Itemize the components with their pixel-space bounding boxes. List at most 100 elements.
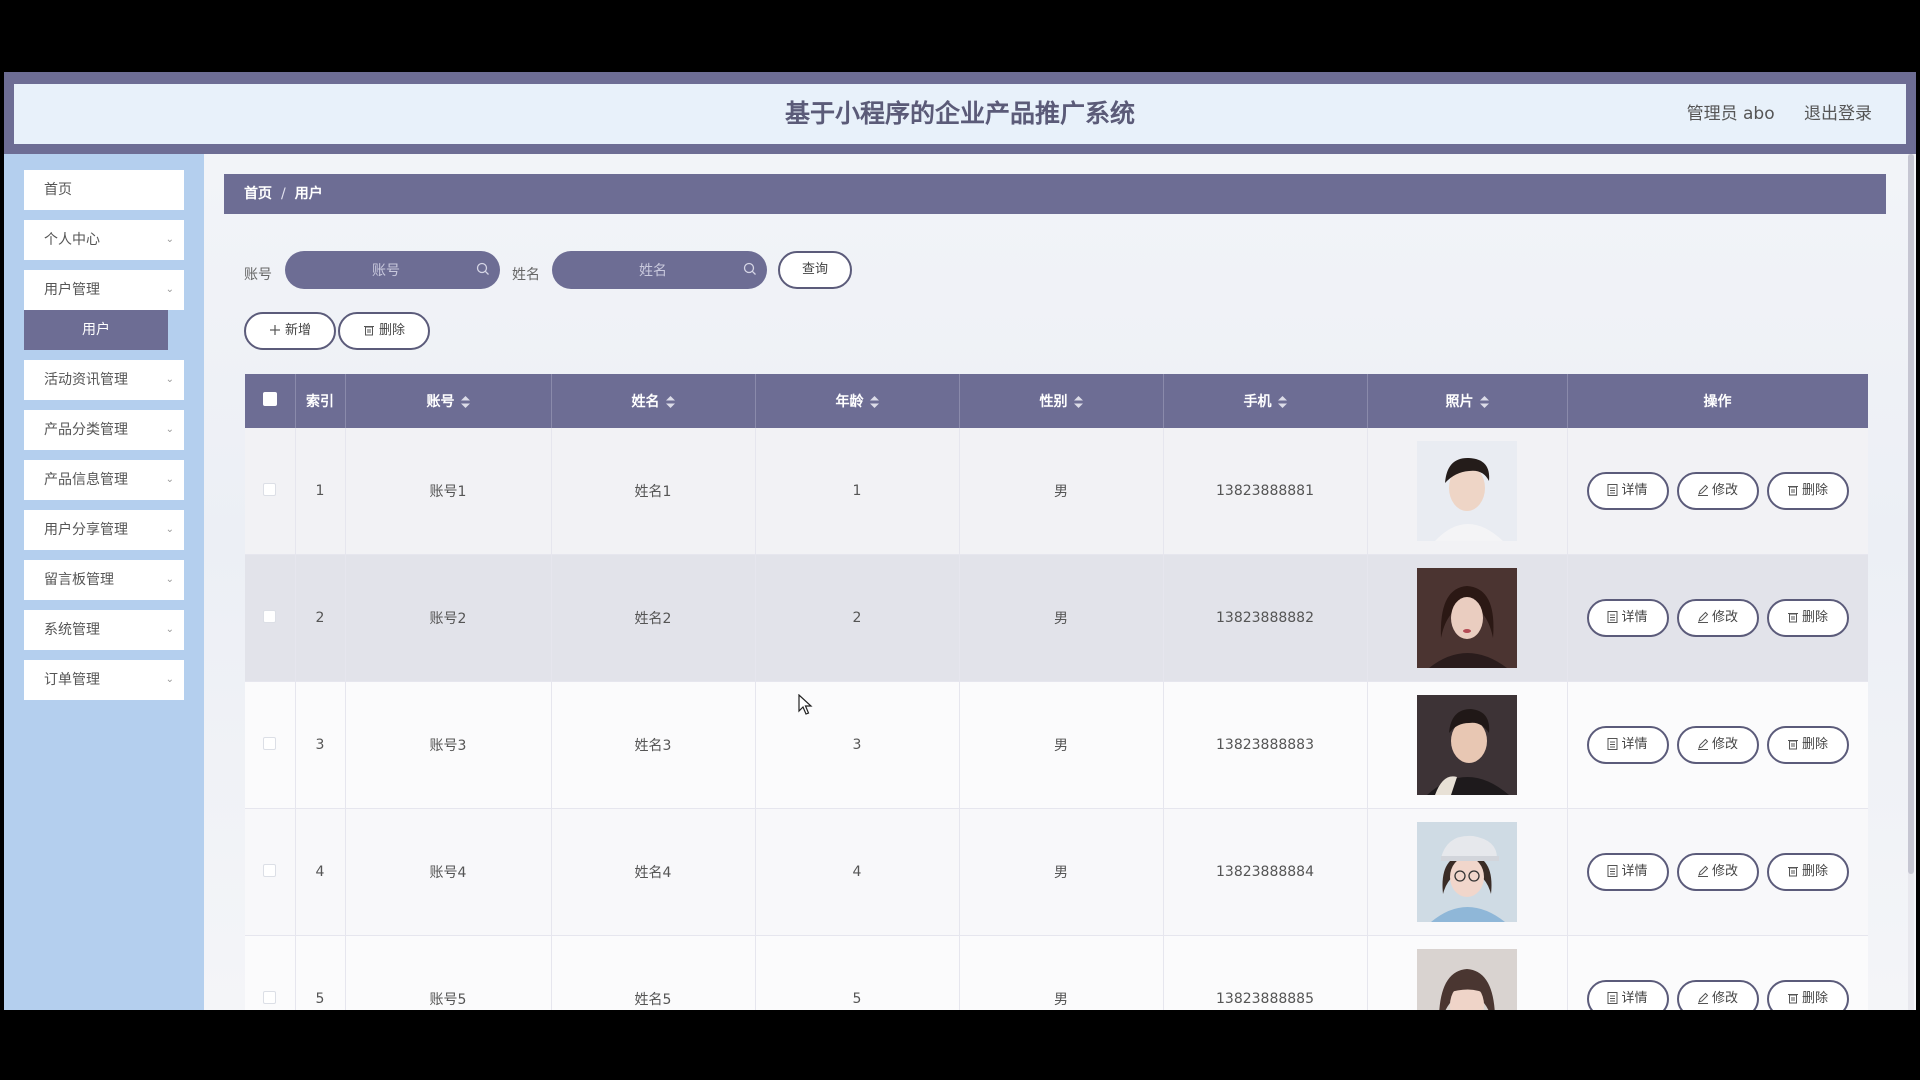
sidebar-item-product-info[interactable]: 产品信息管理 ⌄ (24, 460, 184, 500)
chevron-down-icon: ⌄ (165, 374, 174, 385)
scrollbar-thumb[interactable] (1908, 154, 1914, 874)
table-row: 3 账号3 姓名3 3 男 13823888883 详情 修改 删除 (245, 681, 1868, 809)
detail-button[interactable]: 详情 (1586, 853, 1669, 891)
row-checkbox[interactable] (263, 482, 277, 496)
sort-icon[interactable] (1479, 396, 1489, 408)
index-cell: 3 (295, 681, 346, 809)
sort-icon[interactable] (869, 396, 879, 408)
gender-cell: 男 (959, 808, 1164, 936)
edit-button[interactable]: 修改 (1676, 472, 1759, 510)
account-search-input[interactable] (299, 251, 473, 291)
app-title: 基于小程序的企业产品推广系统 (784, 99, 1135, 128)
plus-icon (269, 325, 280, 335)
sidebar-item-label: 系统管理 (44, 622, 100, 638)
detail-button[interactable]: 详情 (1586, 472, 1669, 510)
sort-icon[interactable] (1277, 396, 1287, 408)
detail-button[interactable]: 详情 (1586, 726, 1669, 764)
sidebar-item-message-board[interactable]: 留言板管理 ⌄ (24, 560, 184, 600)
document-icon (1607, 611, 1618, 623)
gender-cell: 男 (959, 935, 1164, 1010)
edit-button[interactable]: 修改 (1676, 726, 1759, 764)
user-photo (1417, 568, 1517, 668)
account-cell: 账号3 (345, 681, 552, 809)
name-cell: 姓名5 (551, 935, 756, 1010)
column-header-sortable[interactable]: 姓名 (551, 374, 756, 428)
row-delete-button[interactable]: 删除 (1766, 726, 1849, 764)
age-cell: 2 (755, 554, 960, 682)
column-header-sortable[interactable]: 性别 (959, 374, 1164, 428)
sidebar: 首页 个人中心 ⌄ 用户管理 ⌄ 用户 活动资讯管理 ⌄ 产品分类管理 ⌄ 产品信息管理… (4, 154, 204, 1010)
sidebar-item-orders[interactable]: 订单管理 ⌄ (24, 660, 184, 700)
index-cell: 1 (295, 428, 346, 555)
sidebar-item-home[interactable]: 首页 (24, 170, 184, 210)
edit-button[interactable]: 修改 (1676, 853, 1759, 891)
row-select-cell (245, 554, 296, 682)
breadcrumb-home[interactable]: 首页 (244, 186, 272, 202)
row-select-cell (245, 935, 296, 1010)
trash-icon (1787, 740, 1798, 750)
row-select-cell (245, 681, 296, 809)
name-search-input[interactable] (566, 251, 740, 291)
add-button[interactable]: 新增 (244, 312, 336, 350)
table-row: 1 账号1 姓名1 1 男 13823888881 详情 修改 删除 (245, 428, 1868, 555)
row-checkbox[interactable] (263, 863, 277, 877)
row-checkbox[interactable] (263, 609, 277, 623)
query-button[interactable]: 查询 (778, 251, 852, 289)
column-header-sortable[interactable]: 照片 (1367, 374, 1568, 428)
phone-cell: 13823888884 (1163, 808, 1368, 936)
chevron-down-icon: ⌄ (165, 284, 174, 295)
edit-button[interactable]: 修改 (1676, 599, 1759, 637)
sort-icon[interactable] (460, 396, 470, 408)
sidebar-item-product-category[interactable]: 产品分类管理 ⌄ (24, 410, 184, 450)
row-checkbox[interactable] (263, 990, 277, 1004)
row-select-cell (245, 808, 296, 936)
breadcrumb-current: 用户 (294, 186, 323, 202)
breadcrumb: 首页 / 用户 (224, 174, 1886, 214)
batch-delete-button[interactable]: 删除 (338, 312, 430, 350)
column-header-sortable[interactable]: 年龄 (755, 374, 960, 428)
edit-button[interactable]: 修改 (1676, 980, 1759, 1010)
sidebar-item-profile[interactable]: 个人中心 ⌄ (24, 220, 184, 260)
logout-link[interactable]: 退出登录 (1804, 104, 1872, 124)
actions-cell: 详情 修改 删除 (1567, 681, 1868, 809)
account-search-label: 账号 (244, 267, 272, 283)
row-checkbox[interactable] (263, 736, 277, 750)
table-row: 5 账号5 姓名5 5 男 13823888885 详情 修改 删除 (245, 935, 1868, 1010)
index-cell: 4 (295, 808, 346, 936)
row-delete-button[interactable]: 删除 (1766, 980, 1849, 1010)
trash-icon (1787, 613, 1798, 623)
sort-icon[interactable] (665, 396, 675, 408)
column-header-sortable[interactable]: 手机 (1163, 374, 1368, 428)
sidebar-item-activity-news[interactable]: 活动资讯管理 ⌄ (24, 360, 184, 400)
gender-cell: 男 (959, 428, 1164, 555)
detail-button[interactable]: 详情 (1586, 980, 1669, 1010)
account-cell: 账号1 (345, 428, 552, 555)
app-window: 基于小程序的企业产品推广系统 管理员 abo 退出登录 首页 个人中心 ⌄ 用户管… (4, 72, 1916, 1010)
row-delete-button[interactable]: 删除 (1766, 472, 1849, 510)
column-header-sortable[interactable]: 账号 (345, 374, 552, 428)
page-scrollbar[interactable] (1908, 154, 1914, 1010)
header-panel: 基于小程序的企业产品推广系统 管理员 abo 退出登录 (14, 84, 1906, 144)
batch-delete-label: 删除 (378, 323, 405, 338)
sidebar-item-user-management[interactable]: 用户管理 ⌄ (24, 270, 184, 310)
sidebar-item-system[interactable]: 系统管理 ⌄ (24, 610, 184, 650)
actions-cell: 详情 修改 删除 (1567, 554, 1868, 682)
name-cell: 姓名2 (551, 554, 756, 682)
sidebar-item-label: 产品信息管理 (44, 472, 128, 488)
document-icon (1607, 484, 1618, 496)
header-bar: 基于小程序的企业产品推广系统 管理员 abo 退出登录 (4, 72, 1916, 154)
photo-cell (1367, 935, 1568, 1010)
sidebar-item-user-share[interactable]: 用户分享管理 ⌄ (24, 510, 184, 550)
document-icon (1607, 992, 1618, 1004)
sidebar-subitem-users[interactable]: 用户 (24, 310, 168, 350)
trash-icon (1787, 867, 1798, 877)
gender-cell: 男 (959, 554, 1164, 682)
sort-icon[interactable] (1073, 396, 1083, 408)
account-search-box (285, 251, 500, 291)
account-cell: 账号2 (345, 554, 552, 682)
detail-button[interactable]: 详情 (1586, 599, 1669, 637)
row-delete-button[interactable]: 删除 (1766, 853, 1849, 891)
select-all-checkbox[interactable] (262, 392, 277, 406)
row-delete-button[interactable]: 删除 (1766, 599, 1849, 637)
phone-cell: 13823888883 (1163, 681, 1368, 809)
